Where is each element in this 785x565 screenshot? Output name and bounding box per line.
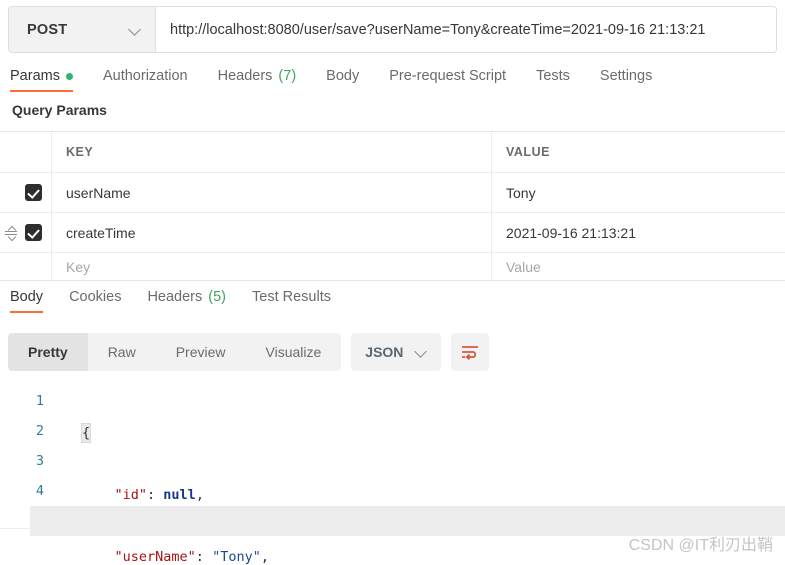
header-value: VALUE <box>492 132 785 172</box>
tab-response-cookies[interactable]: Cookies <box>69 289 121 314</box>
tab-response-cookies-label: Cookies <box>69 289 121 305</box>
checkbox-checked-icon[interactable] <box>25 184 42 201</box>
empty-row-checkbox-cell <box>0 253 52 280</box>
empty-row-key-placeholder: Key <box>66 259 90 275</box>
code-lines: { "id": null, "userName": "Tony", "creat… <box>56 386 785 538</box>
chevron-down-icon <box>415 346 427 358</box>
query-params-title: Query Params <box>12 102 107 118</box>
empty-row-key-cell[interactable]: Key <box>52 253 492 280</box>
row-key-cell[interactable]: userName <box>52 173 492 212</box>
tab-response-headers[interactable]: Headers (5) <box>147 289 226 314</box>
header-key: KEY <box>52 132 492 172</box>
tab-params[interactable]: Params <box>10 68 73 93</box>
tab-body[interactable]: Body <box>326 68 359 93</box>
line-number: 3 <box>0 446 44 476</box>
line-number: 2 <box>0 416 44 446</box>
query-params-table: KEY VALUE userName Tony createTime 2 <box>0 131 785 281</box>
tab-params-label: Params <box>10 68 60 84</box>
tab-headers-label: Headers <box>218 68 273 84</box>
format-raw-button[interactable]: Raw <box>88 333 156 371</box>
params-modified-dot-icon <box>66 73 73 80</box>
tab-body-label: Body <box>326 68 359 84</box>
tab-test-results[interactable]: Test Results <box>252 289 331 314</box>
tab-test-results-label: Test Results <box>252 289 331 305</box>
response-format-toolbar: Pretty Raw Preview Visualize JSON <box>8 333 489 371</box>
row-value-text: Tony <box>506 185 536 201</box>
tab-settings-label: Settings <box>600 68 652 84</box>
code-line-1: { <box>82 418 785 448</box>
url-input[interactable]: http://localhost:8080/user/save?userName… <box>156 7 776 52</box>
tab-response-body[interactable]: Body <box>10 289 43 314</box>
json-key: "userName" <box>115 549 196 565</box>
json-comma: , <box>196 487 204 503</box>
tab-response-body-label: Body <box>10 289 43 305</box>
tab-headers-count: (7) <box>278 68 296 84</box>
tab-pre-request-script[interactable]: Pre-request Script <box>389 68 506 93</box>
table-empty-row: Key Value <box>0 253 785 280</box>
tab-authorization-label: Authorization <box>103 68 188 84</box>
line-number: 1 <box>0 386 44 416</box>
json-colon: : <box>147 487 163 503</box>
response-body-code[interactable]: 1 2 3 4 5 { "id": null, "userName": "Ton… <box>0 386 785 538</box>
chevron-down-icon <box>129 24 141 36</box>
http-method-dropdown[interactable]: POST <box>9 7 156 52</box>
json-key: "id" <box>115 487 148 503</box>
table-row: userName Tony <box>0 173 785 213</box>
empty-row-value-cell[interactable]: Value <box>492 253 785 280</box>
row-key-text: userName <box>66 185 131 201</box>
row-value-cell[interactable]: Tony <box>492 173 785 212</box>
tab-authorization[interactable]: Authorization <box>103 68 188 93</box>
tab-response-headers-count: (5) <box>208 289 226 305</box>
row-value-cell[interactable]: 2021-09-16 21:13:21 <box>492 213 785 252</box>
word-wrap-button[interactable] <box>451 333 489 371</box>
tab-response-headers-label: Headers <box>147 289 202 305</box>
tab-headers[interactable]: Headers (7) <box>218 68 297 93</box>
open-brace: { <box>82 424 90 442</box>
json-string-value: "Tony" <box>212 549 261 565</box>
format-pretty-button[interactable]: Pretty <box>8 333 88 371</box>
response-language-label: JSON <box>365 344 403 360</box>
bottom-divider <box>0 528 785 529</box>
tab-settings[interactable]: Settings <box>600 68 652 93</box>
url-bar: POST http://localhost:8080/user/save?use… <box>8 6 777 53</box>
row-checkbox-cell <box>0 213 52 252</box>
word-wrap-icon <box>460 343 480 361</box>
request-tab-bar: Params Authorization Headers (7) Body Pr… <box>0 68 785 100</box>
response-language-dropdown[interactable]: JSON <box>351 333 441 371</box>
line-number: 4 <box>0 476 44 506</box>
row-key-cell[interactable]: createTime <box>52 213 492 252</box>
format-segmented-control: Pretty Raw Preview Visualize <box>8 333 341 371</box>
empty-row-value-placeholder: Value <box>506 259 541 275</box>
row-checkbox-cell <box>0 173 52 212</box>
tab-tests-label: Tests <box>536 68 570 84</box>
http-method-label: POST <box>27 22 67 38</box>
table-header-row: KEY VALUE <box>0 132 785 173</box>
json-null-value: null <box>163 487 196 503</box>
checkbox-checked-icon[interactable] <box>25 224 42 241</box>
header-checkbox-cell <box>0 132 52 172</box>
row-value-text: 2021-09-16 21:13:21 <box>506 225 636 241</box>
postman-window: POST http://localhost:8080/user/save?use… <box>0 0 785 565</box>
row-key-text: createTime <box>66 225 136 241</box>
response-tab-bar: Body Cookies Headers (5) Test Results <box>0 289 785 321</box>
json-comma: , <box>261 549 269 565</box>
drag-handle-icon[interactable] <box>4 225 18 241</box>
tab-tests[interactable]: Tests <box>536 68 570 93</box>
watermark: CSDN @IT利刃出鞘 <box>629 531 773 555</box>
tab-pre-request-script-label: Pre-request Script <box>389 68 506 84</box>
json-colon: : <box>196 549 212 565</box>
format-visualize-button[interactable]: Visualize <box>246 333 342 371</box>
table-row: createTime 2021-09-16 21:13:21 <box>0 213 785 253</box>
format-preview-button[interactable]: Preview <box>156 333 246 371</box>
